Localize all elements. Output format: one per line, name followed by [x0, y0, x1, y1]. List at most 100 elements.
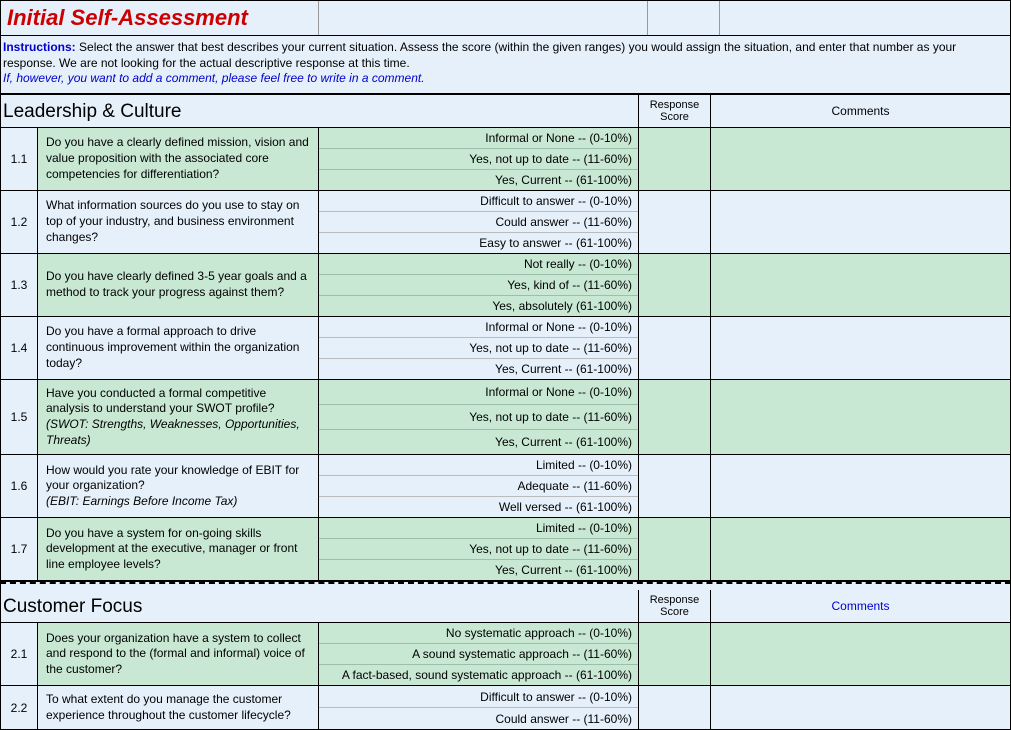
comments-input[interactable] — [711, 686, 1010, 729]
question-text: How would you rate your knowledge of EBI… — [46, 463, 310, 494]
section-divider — [0, 582, 1011, 590]
response-score-input[interactable] — [639, 191, 711, 253]
column-header-comments: Comments — [711, 95, 1010, 127]
question-number: 1.4 — [1, 317, 38, 379]
question-row: 1.2What information sources do you use t… — [0, 191, 1011, 254]
comments-input[interactable] — [711, 254, 1010, 316]
response-score-input[interactable] — [639, 380, 711, 454]
question-hint: (SWOT: Strengths, Weaknesses, Opportunit… — [46, 417, 310, 448]
question-number: 1.3 — [1, 254, 38, 316]
question-row: 1.6 How would you rate your knowledge of … — [0, 455, 1011, 518]
response-score-input[interactable] — [639, 455, 711, 517]
question-row: 1.4Do you have a formal approach to driv… — [0, 317, 1011, 380]
response-score-input[interactable] — [639, 128, 711, 190]
instructions-block: Instructions: Select the answer that bes… — [0, 36, 1011, 93]
comments-input[interactable] — [711, 623, 1010, 685]
answer-option[interactable]: Yes, not up to date -- (11-60%) — [319, 149, 638, 170]
answer-options: Not really -- (0-10%)Yes, kind of -- (11… — [319, 254, 639, 316]
answer-option[interactable]: Yes, kind of -- (11-60%) — [319, 275, 638, 296]
answer-option[interactable]: Limited -- (0-10%) — [319, 518, 638, 539]
answer-option[interactable]: Difficult to answer -- (0-10%) — [319, 191, 638, 212]
answer-option[interactable]: Difficult to answer -- (0-10%) — [319, 686, 638, 708]
instructions-lead: Instructions: — [3, 40, 76, 54]
answer-options: Limited -- (0-10%)Adequate -- (11-60%)We… — [319, 455, 639, 517]
answer-option[interactable]: Yes, Current -- (61-100%) — [319, 170, 638, 190]
answer-option[interactable]: Well versed -- (61-100%) — [319, 497, 638, 517]
title-empty-cell — [720, 1, 1010, 35]
question-text-cell: How would you rate your knowledge of EBI… — [38, 455, 319, 517]
page-title: Initial Self-Assessment — [1, 1, 319, 35]
title-row: Initial Self-Assessment — [0, 0, 1011, 36]
question-number: 1.2 — [1, 191, 38, 253]
question-number: 2.1 — [1, 623, 38, 685]
answer-option[interactable]: Not really -- (0-10%) — [319, 254, 638, 275]
answer-option[interactable]: Could answer -- (11-60%) — [319, 708, 638, 729]
comments-input[interactable] — [711, 128, 1010, 190]
column-header-comments[interactable]: Comments — [711, 590, 1010, 622]
comments-input[interactable] — [711, 455, 1010, 517]
question-text: Do you have a formal approach to drive c… — [46, 324, 310, 371]
comments-input[interactable] — [711, 317, 1010, 379]
answer-option[interactable]: A sound systematic approach -- (11-60%) — [319, 644, 638, 665]
answer-option[interactable]: Yes, Current -- (61-100%) — [319, 359, 638, 379]
answer-option[interactable]: No systematic approach -- (0-10%) — [319, 623, 638, 644]
instructions-body: Select the answer that best describes yo… — [3, 40, 956, 70]
response-score-input[interactable] — [639, 317, 711, 379]
instructions-comment-note: If, however, you want to add a comment, … — [3, 71, 425, 85]
question-text: Have you conducted a formal competitive … — [46, 386, 310, 417]
question-text: Do you have a clearly defined mission, v… — [46, 135, 310, 182]
question-row: 2.2 To what extent do you manage the cust… — [0, 686, 1011, 730]
answer-option[interactable]: Easy to answer -- (61-100%) — [319, 233, 638, 253]
question-number: 1.7 — [1, 518, 38, 580]
question-text-cell: Do you have a system for on-going skills… — [38, 518, 319, 580]
answer-option[interactable]: Yes, not up to date -- (11-60%) — [319, 539, 638, 560]
question-text-cell: To what extent do you manage the custome… — [38, 686, 319, 729]
answer-options: Limited -- (0-10%)Yes, not up to date --… — [319, 518, 639, 580]
answer-option[interactable]: Yes, Current -- (61-100%) — [319, 560, 638, 580]
question-row: 1.1Do you have a clearly defined mission… — [0, 128, 1011, 191]
answer-option[interactable]: Informal or None -- (0-10%) — [319, 380, 638, 405]
question-number: 1.6 — [1, 455, 38, 517]
question-text-cell: Do you have a formal approach to drive c… — [38, 317, 319, 379]
answer-option[interactable]: Adequate -- (11-60%) — [319, 476, 638, 497]
answer-option[interactable]: Informal or None -- (0-10%) — [319, 317, 638, 338]
question-number: 2.2 — [1, 686, 38, 729]
section-header: Customer FocusResponse ScoreComments — [0, 590, 1011, 623]
question-text-cell: Have you conducted a formal competitive … — [38, 380, 319, 454]
answer-option[interactable]: Limited -- (0-10%) — [319, 455, 638, 476]
question-number: 1.1 — [1, 128, 38, 190]
answer-option[interactable]: Yes, not up to date -- (11-60%) — [319, 405, 638, 430]
question-hint: (EBIT: Earnings Before Income Tax) — [46, 494, 310, 510]
response-score-input[interactable] — [639, 623, 711, 685]
answer-option[interactable]: Yes, absolutely (61-100%) — [319, 296, 638, 316]
response-score-input[interactable] — [639, 686, 711, 729]
response-score-input[interactable] — [639, 254, 711, 316]
question-text: What information sources do you use to s… — [46, 198, 310, 245]
question-text-cell: What information sources do you use to s… — [38, 191, 319, 253]
response-score-input[interactable] — [639, 518, 711, 580]
answer-option[interactable]: A fact-based, sound systematic approach … — [319, 665, 638, 685]
title-empty-cell — [648, 1, 720, 35]
column-header-score: Response Score — [639, 95, 711, 127]
comments-input[interactable] — [711, 380, 1010, 454]
answer-options: Informal or None -- (0-10%)Yes, not up t… — [319, 317, 639, 379]
answer-option[interactable]: Yes, Current -- (61-100%) — [319, 430, 638, 454]
answer-options: No systematic approach -- (0-10%)A sound… — [319, 623, 639, 685]
answer-option[interactable]: Yes, not up to date -- (11-60%) — [319, 338, 638, 359]
answer-option[interactable]: Could answer -- (11-60%) — [319, 212, 638, 233]
title-empty-cell — [319, 1, 648, 35]
question-row: 1.5 Have you conducted a formal competiti… — [0, 380, 1011, 455]
section-title: Leadership & Culture — [1, 95, 639, 127]
question-number: 1.5 — [1, 380, 38, 454]
question-text: To what extent do you manage the custome… — [46, 692, 310, 723]
question-text: Does your organization have a system to … — [46, 631, 310, 678]
answer-option[interactable]: Informal or None -- (0-10%) — [319, 128, 638, 149]
question-text-cell: Does your organization have a system to … — [38, 623, 319, 685]
comments-input[interactable] — [711, 518, 1010, 580]
question-text-cell: Do you have a clearly defined mission, v… — [38, 128, 319, 190]
question-text-cell: Do you have clearly defined 3-5 year goa… — [38, 254, 319, 316]
answer-options: Difficult to answer -- (0-10%)Could answ… — [319, 191, 639, 253]
comments-input[interactable] — [711, 191, 1010, 253]
column-header-score: Response Score — [639, 590, 711, 622]
question-row: 2.1Does your organization have a system … — [0, 623, 1011, 686]
